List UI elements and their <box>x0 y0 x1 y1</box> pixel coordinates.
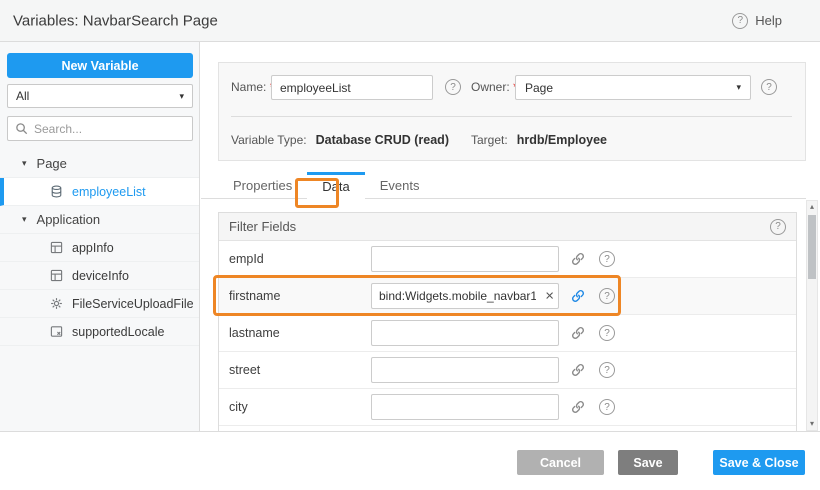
variable-tree: ▾ Page employeeList ▾ Application appInf… <box>0 150 199 346</box>
bind-link-icon[interactable] <box>571 363 585 377</box>
field-label: firstname <box>229 289 371 303</box>
field-help-icon[interactable]: ? <box>599 399 615 415</box>
tab-data[interactable]: Data <box>307 172 364 199</box>
save-and-close-button[interactable]: Save & Close <box>713 450 805 475</box>
field-label: empId <box>229 252 371 266</box>
variable-filter-dropdown[interactable]: All ▾ <box>7 84 193 108</box>
search-icon <box>15 122 28 135</box>
firstname-field[interactable] <box>371 283 559 309</box>
panel-divider <box>231 116 792 117</box>
tree-item-deviceinfo[interactable]: deviceInfo <box>0 262 199 290</box>
help-icon: ? <box>732 13 748 29</box>
target-label: Target: <box>471 133 508 147</box>
street-field[interactable] <box>371 357 559 383</box>
variable-type-value: Database CRUD (read) <box>316 133 449 147</box>
bind-link-icon[interactable] <box>571 326 585 340</box>
filter-fields-title: Filter Fields <box>229 219 296 234</box>
scroll-up-icon[interactable]: ▴ <box>807 201 817 213</box>
filter-row-street: street ? <box>219 352 796 389</box>
clear-binding-icon[interactable]: × <box>543 289 556 304</box>
field-help-icon[interactable]: ? <box>599 288 615 304</box>
variable-detail-panel: Name: * ? Owner: * Page ▾ ? Variable Typ… <box>201 42 820 431</box>
tree-item-employeelist[interactable]: employeeList <box>0 178 199 206</box>
bind-link-icon[interactable] <box>571 252 585 266</box>
tab-events[interactable]: Events <box>365 174 435 198</box>
tree-item-appinfo[interactable]: appInfo <box>0 234 199 262</box>
collapse-triangle-icon: ▾ <box>22 158 27 169</box>
name-label: Name: * <box>231 80 274 94</box>
city-field[interactable] <box>371 394 559 420</box>
gear-icon <box>50 297 63 310</box>
filter-row-firstname: firstname × ? <box>219 278 796 315</box>
filter-row-empid: empId ? <box>219 241 796 278</box>
save-button[interactable]: Save <box>618 450 678 475</box>
field-help-icon[interactable]: ? <box>599 325 615 341</box>
field-label: city <box>229 400 371 414</box>
filter-row-city: city ? <box>219 389 796 426</box>
locale-icon <box>50 325 63 338</box>
variable-type-label: Variable Type: <box>231 133 307 147</box>
dialog-header: Variables: NavbarSearch Page ? Help <box>0 0 820 42</box>
field-label: street <box>229 363 371 377</box>
cancel-button[interactable]: Cancel <box>517 450 604 475</box>
owner-value: Page <box>525 81 553 95</box>
tree-item-label: deviceInfo <box>72 269 129 283</box>
field-help-icon[interactable]: ? <box>599 251 615 267</box>
variable-filter-value: All <box>16 89 29 103</box>
filter-fields-section: Filter Fields ? empId ? firstname × ? la… <box>218 212 797 431</box>
dialog-footer: Cancel Save Save & Close <box>0 431 820 490</box>
variable-summary-panel: Name: * ? Owner: * Page ▾ ? Variable Typ… <box>218 62 806 161</box>
field-help-icon[interactable]: ? <box>599 362 615 378</box>
variables-sidebar: New Variable All ▾ ▾ Page employeeList ▾… <box>0 42 200 431</box>
tree-group-page[interactable]: ▾ Page <box>0 150 199 178</box>
tab-properties[interactable]: Properties <box>218 174 307 198</box>
tree-item-label: employeeList <box>72 185 146 199</box>
collapse-triangle-icon: ▾ <box>22 214 27 225</box>
filter-row-lastname: lastname ? <box>219 315 796 352</box>
new-variable-button[interactable]: New Variable <box>7 53 193 78</box>
variables-dialog: Variables: NavbarSearch Page ? Help New … <box>0 0 820 490</box>
grid-icon <box>50 241 63 254</box>
tree-item-label: appInfo <box>72 241 114 255</box>
empid-field[interactable] <box>371 246 559 272</box>
name-field[interactable] <box>271 75 433 100</box>
owner-help-icon[interactable]: ? <box>761 79 777 95</box>
database-icon <box>50 185 63 198</box>
tree-group-label: Page <box>37 156 67 171</box>
tree-item-label: supportedLocale <box>72 325 164 339</box>
tree-group-label: Application <box>37 212 101 227</box>
tree-group-application[interactable]: ▾ Application <box>0 206 199 234</box>
search-input[interactable] <box>34 122 185 136</box>
name-help-icon[interactable]: ? <box>445 79 461 95</box>
chevron-down-icon: ▾ <box>736 82 741 93</box>
filter-fields-help-icon[interactable]: ? <box>770 219 786 235</box>
owner-label: Owner: * <box>471 80 518 94</box>
owner-dropdown[interactable]: Page ▾ <box>515 75 751 100</box>
detail-tabbar: Properties Data Events <box>201 175 806 199</box>
content-scrollbar[interactable]: ▴ ▾ <box>806 200 818 431</box>
chevron-down-icon: ▾ <box>179 91 184 102</box>
target-value: hrdb/Employee <box>517 133 607 147</box>
tree-item-supportedlocale[interactable]: supportedLocale <box>0 318 199 346</box>
content-scrollbar-thumb[interactable] <box>808 215 816 279</box>
tree-item-fileserviceuploadfile[interactable]: FileServiceUploadFile <box>0 290 199 318</box>
page-title: Variables: NavbarSearch Page <box>13 12 218 29</box>
bind-link-icon[interactable] <box>571 400 585 414</box>
variable-search[interactable] <box>7 116 193 141</box>
filter-fields-header: Filter Fields ? <box>219 213 796 241</box>
scroll-down-icon[interactable]: ▾ <box>807 418 817 430</box>
help-button[interactable]: ? Help <box>732 13 782 29</box>
lastname-field[interactable] <box>371 320 559 346</box>
tree-item-label: FileServiceUploadFile <box>72 297 194 311</box>
help-label: Help <box>755 13 782 28</box>
bind-link-icon-active[interactable] <box>571 289 585 303</box>
field-label: lastname <box>229 326 371 340</box>
grid-icon <box>50 269 63 282</box>
